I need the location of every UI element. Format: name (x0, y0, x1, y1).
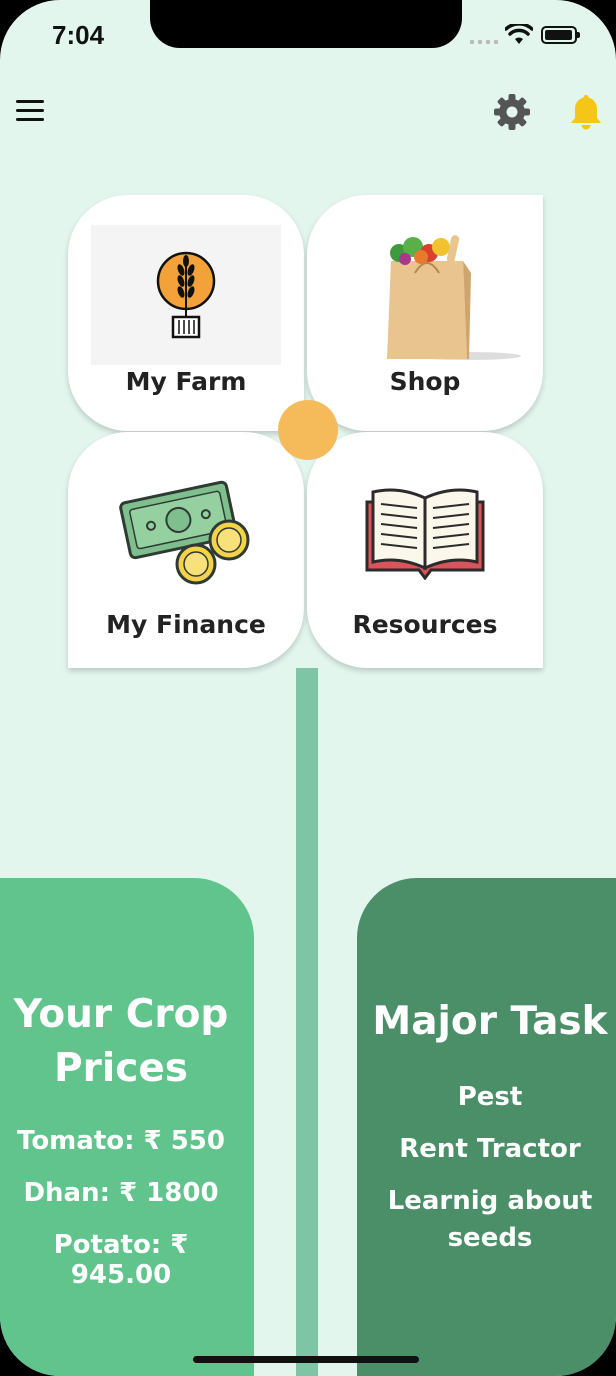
grocery-bag-icon (387, 235, 521, 360)
wifi-icon (505, 24, 533, 44)
bell-icon[interactable] (566, 92, 606, 132)
task-item: Rent Tractor (399, 1134, 581, 1164)
hamburger-menu-icon[interactable] (16, 100, 44, 122)
price-item: Dhan: ₹ 1800 (23, 1178, 219, 1208)
price-item: Potato: ₹ 945.00 (53, 1230, 189, 1290)
resources-label: Resources (352, 610, 498, 639)
crop-prices-title: Your Crop Prices (13, 992, 229, 1091)
gear-icon[interactable] (492, 92, 532, 132)
my-finance-tile[interactable]: My Finance (68, 432, 304, 668)
battery-icon (541, 26, 580, 44)
wheat-farm-icon (91, 225, 281, 365)
shop-label: Shop (389, 367, 461, 396)
notch (150, 0, 462, 48)
crop-prices-card[interactable]: Your Crop Prices Tomato: ₹ 550 Dhan: ₹ 1… (0, 878, 254, 1376)
resources-tile[interactable]: Resources (307, 432, 543, 668)
task-item: Pest (457, 1082, 523, 1112)
shop-tile[interactable]: Shop (307, 195, 543, 431)
my-farm-tile[interactable]: My Farm (68, 195, 304, 431)
my-finance-label: My Finance (106, 610, 266, 639)
open-book-icon (365, 488, 485, 580)
major-task-card[interactable]: Major Task Pest Rent Tractor Learnig abo… (357, 878, 616, 1376)
my-farm-label: My Farm (125, 367, 247, 396)
status-time: 7:04 (52, 20, 105, 50)
center-dot (278, 400, 338, 460)
signal-icon (470, 40, 498, 44)
major-task-title: Major Task (372, 999, 608, 1044)
phone-screen: 7:04 My Farm Shop My Finance Resources Y… (0, 0, 616, 1376)
center-stem (296, 668, 318, 1376)
task-item: seeds (447, 1223, 533, 1253)
task-item: Learnig about (387, 1186, 593, 1216)
home-indicator (193, 1356, 419, 1363)
price-item: Tomato: ₹ 550 (17, 1126, 225, 1156)
money-coins-icon (119, 480, 250, 585)
